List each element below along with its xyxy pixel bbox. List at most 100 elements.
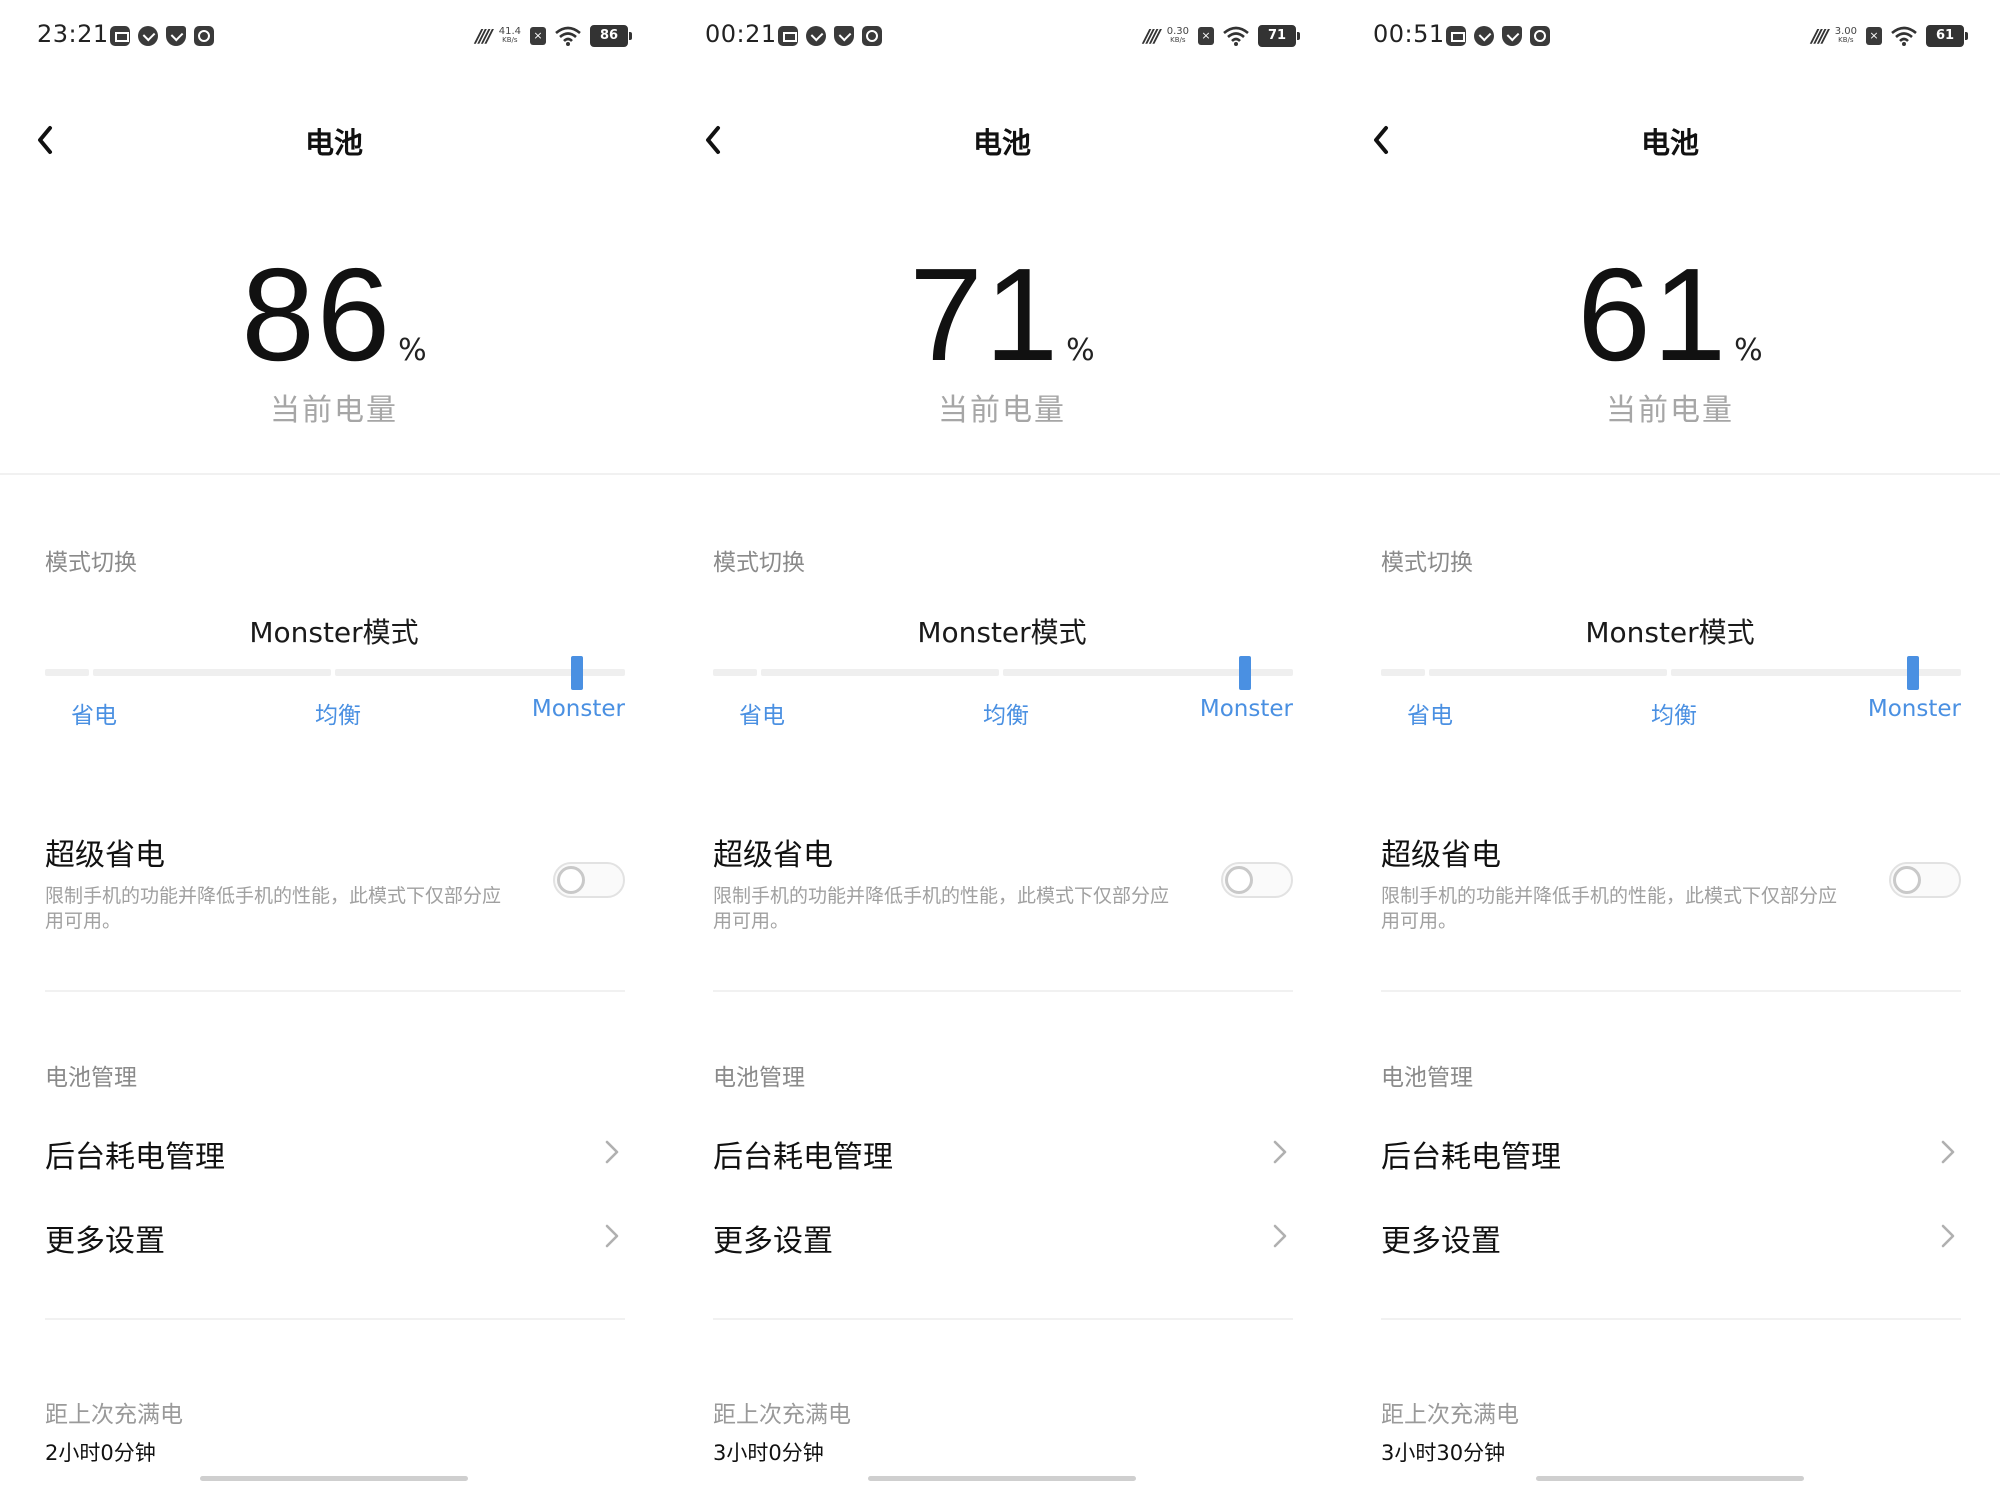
battery-level: 71%	[668, 249, 1336, 381]
shield-icon	[834, 26, 854, 46]
background-power-row[interactable]: 后台耗电管理	[45, 1122, 625, 1182]
app-notification-icon	[862, 26, 882, 46]
header: 电池	[1336, 100, 2000, 180]
management-section-title: 电池管理	[713, 1065, 805, 1091]
percent-unit: %	[1066, 333, 1095, 368]
signal-icon: ////	[475, 25, 492, 47]
signal-icon: ////	[1811, 25, 1828, 47]
mode-options: 省电 均衡 Monster	[713, 696, 1293, 730]
mode-option-saving[interactable]: 省电	[71, 696, 117, 730]
status-right: //// 0.30 KB/s × 71	[1143, 24, 1300, 48]
no-sim-icon: ×	[1866, 27, 1882, 45]
percent-unit: %	[398, 333, 427, 368]
row-label: 更多设置	[713, 1224, 833, 1259]
since-full-charge-value: 3小时30分钟	[1381, 1441, 1506, 1465]
super-saver-row[interactable]: 超级省电 限制手机的功能并降低手机的性能，此模式下仅部分应用可用。	[45, 830, 625, 934]
speed-value: 41.4	[498, 26, 521, 37]
no-sim-icon: ×	[530, 27, 546, 45]
mode-option-saving[interactable]: 省电	[739, 696, 785, 730]
mode-slider[interactable]	[713, 656, 1293, 690]
phone-screen-2: 00:21 //// 0.30 KB/s × 71 电池 71 % 当前电量 模…	[668, 0, 1336, 1485]
chevron-right-icon	[1273, 1224, 1287, 1248]
super-saver-toggle[interactable]	[1889, 862, 1961, 898]
phone-screen-1: 23:21 //// 41.4 KB/s × 86 电池 86 % 当前电量 模…	[0, 0, 668, 1485]
status-time: 00:21	[705, 20, 777, 48]
slider-track-segment	[45, 669, 89, 676]
more-settings-row[interactable]: 更多设置	[45, 1206, 625, 1266]
mode-section-title: 模式切换	[1381, 550, 1473, 576]
speed-value: 3.00	[1834, 26, 1857, 37]
battery-level-label: 当前电量	[270, 393, 398, 428]
row-label: 更多设置	[45, 1224, 165, 1259]
slider-track-segment	[1247, 669, 1293, 676]
phone-screen-3: 00:51 //// 3.00 KB/s × 61 电池 61 % 当前电量 模…	[1336, 0, 2000, 1485]
background-power-row[interactable]: 后台耗电管理	[713, 1122, 1293, 1182]
header: 电池	[0, 100, 668, 180]
app-notification-icon	[1530, 26, 1550, 46]
mode-option-balanced[interactable]: 均衡	[315, 696, 361, 730]
slider-thumb[interactable]	[1239, 656, 1251, 690]
divider	[668, 473, 1336, 475]
battery-icon: 61	[1926, 25, 1968, 47]
mode-slider[interactable]	[1381, 656, 1961, 690]
mode-option-balanced[interactable]: 均衡	[983, 696, 1029, 730]
current-mode-label: Monster模式	[917, 616, 1087, 649]
slider-thumb[interactable]	[571, 656, 583, 690]
mode-option-monster[interactable]: Monster	[1200, 696, 1293, 722]
battery-level-label: 当前电量	[938, 393, 1066, 428]
status-time: 00:51	[1373, 20, 1445, 48]
status-bar: 00:21 //// 0.30 KB/s × 71	[668, 0, 1336, 72]
status-bar: 23:21 //// 41.4 KB/s × 86	[0, 0, 668, 72]
chevron-right-icon	[1941, 1140, 1955, 1164]
screenshot-gallery: 23:21 //// 41.4 KB/s × 86 电池 86 % 当前电量 模…	[0, 0, 2000, 1485]
divider	[45, 1318, 625, 1320]
row-label: 后台耗电管理	[45, 1140, 225, 1175]
slider-track-segment	[761, 669, 999, 676]
network-speed: 0.30 KB/s	[1167, 27, 1189, 45]
super-saver-toggle[interactable]	[553, 862, 625, 898]
message-icon	[110, 26, 130, 46]
battery-level: 86%	[0, 249, 668, 381]
wifi-icon	[1891, 26, 1917, 46]
management-section-title: 电池管理	[45, 1065, 137, 1091]
check-circle-icon	[806, 26, 826, 46]
status-right: //// 41.4 KB/s × 86	[475, 24, 632, 48]
mode-option-saving[interactable]: 省电	[1407, 696, 1453, 730]
home-indicator[interactable]	[200, 1476, 468, 1481]
status-time: 23:21	[37, 20, 109, 48]
speed-unit: KB/s	[502, 36, 518, 44]
super-saver-row[interactable]: 超级省电 限制手机的功能并降低手机的性能，此模式下仅部分应用可用。	[1381, 830, 1961, 934]
home-indicator[interactable]	[868, 1476, 1136, 1481]
super-saver-description: 限制手机的功能并降低手机的性能，此模式下仅部分应用可用。	[713, 885, 1170, 932]
page-title: 电池	[1640, 126, 1699, 160]
super-saver-description: 限制手机的功能并降低手机的性能，此模式下仅部分应用可用。	[45, 885, 502, 932]
since-full-charge-value: 2小时0分钟	[45, 1441, 156, 1465]
chevron-right-icon	[605, 1224, 619, 1248]
message-icon	[778, 26, 798, 46]
super-saver-row[interactable]: 超级省电 限制手机的功能并降低手机的性能，此模式下仅部分应用可用。	[713, 830, 1293, 934]
slider-track-segment	[1381, 669, 1425, 676]
shield-icon	[1502, 26, 1522, 46]
shield-icon	[166, 26, 186, 46]
page-title: 电池	[972, 126, 1031, 160]
divider	[1381, 990, 1961, 992]
mode-option-monster[interactable]: Monster	[1868, 696, 1961, 722]
slider-track-segment	[1671, 669, 1911, 676]
more-settings-row[interactable]: 更多设置	[713, 1206, 1293, 1266]
more-settings-row[interactable]: 更多设置	[1381, 1206, 1961, 1266]
mode-option-balanced[interactable]: 均衡	[1651, 696, 1697, 730]
super-saver-title: 超级省电	[45, 838, 165, 873]
slider-track-segment	[1003, 669, 1243, 676]
background-power-row[interactable]: 后台耗电管理	[1381, 1122, 1961, 1182]
mode-options: 省电 均衡 Monster	[45, 696, 625, 730]
super-saver-toggle[interactable]	[1221, 862, 1293, 898]
slider-thumb[interactable]	[1907, 656, 1919, 690]
mode-section-title: 模式切换	[713, 550, 805, 576]
super-saver-description: 限制手机的功能并降低手机的性能，此模式下仅部分应用可用。	[1381, 885, 1838, 932]
mode-slider[interactable]	[45, 656, 625, 690]
divider	[713, 1318, 1293, 1320]
mode-option-monster[interactable]: Monster	[532, 696, 625, 722]
header: 电池	[668, 100, 1336, 180]
chevron-right-icon	[1273, 1140, 1287, 1164]
home-indicator[interactable]	[1536, 1476, 1804, 1481]
